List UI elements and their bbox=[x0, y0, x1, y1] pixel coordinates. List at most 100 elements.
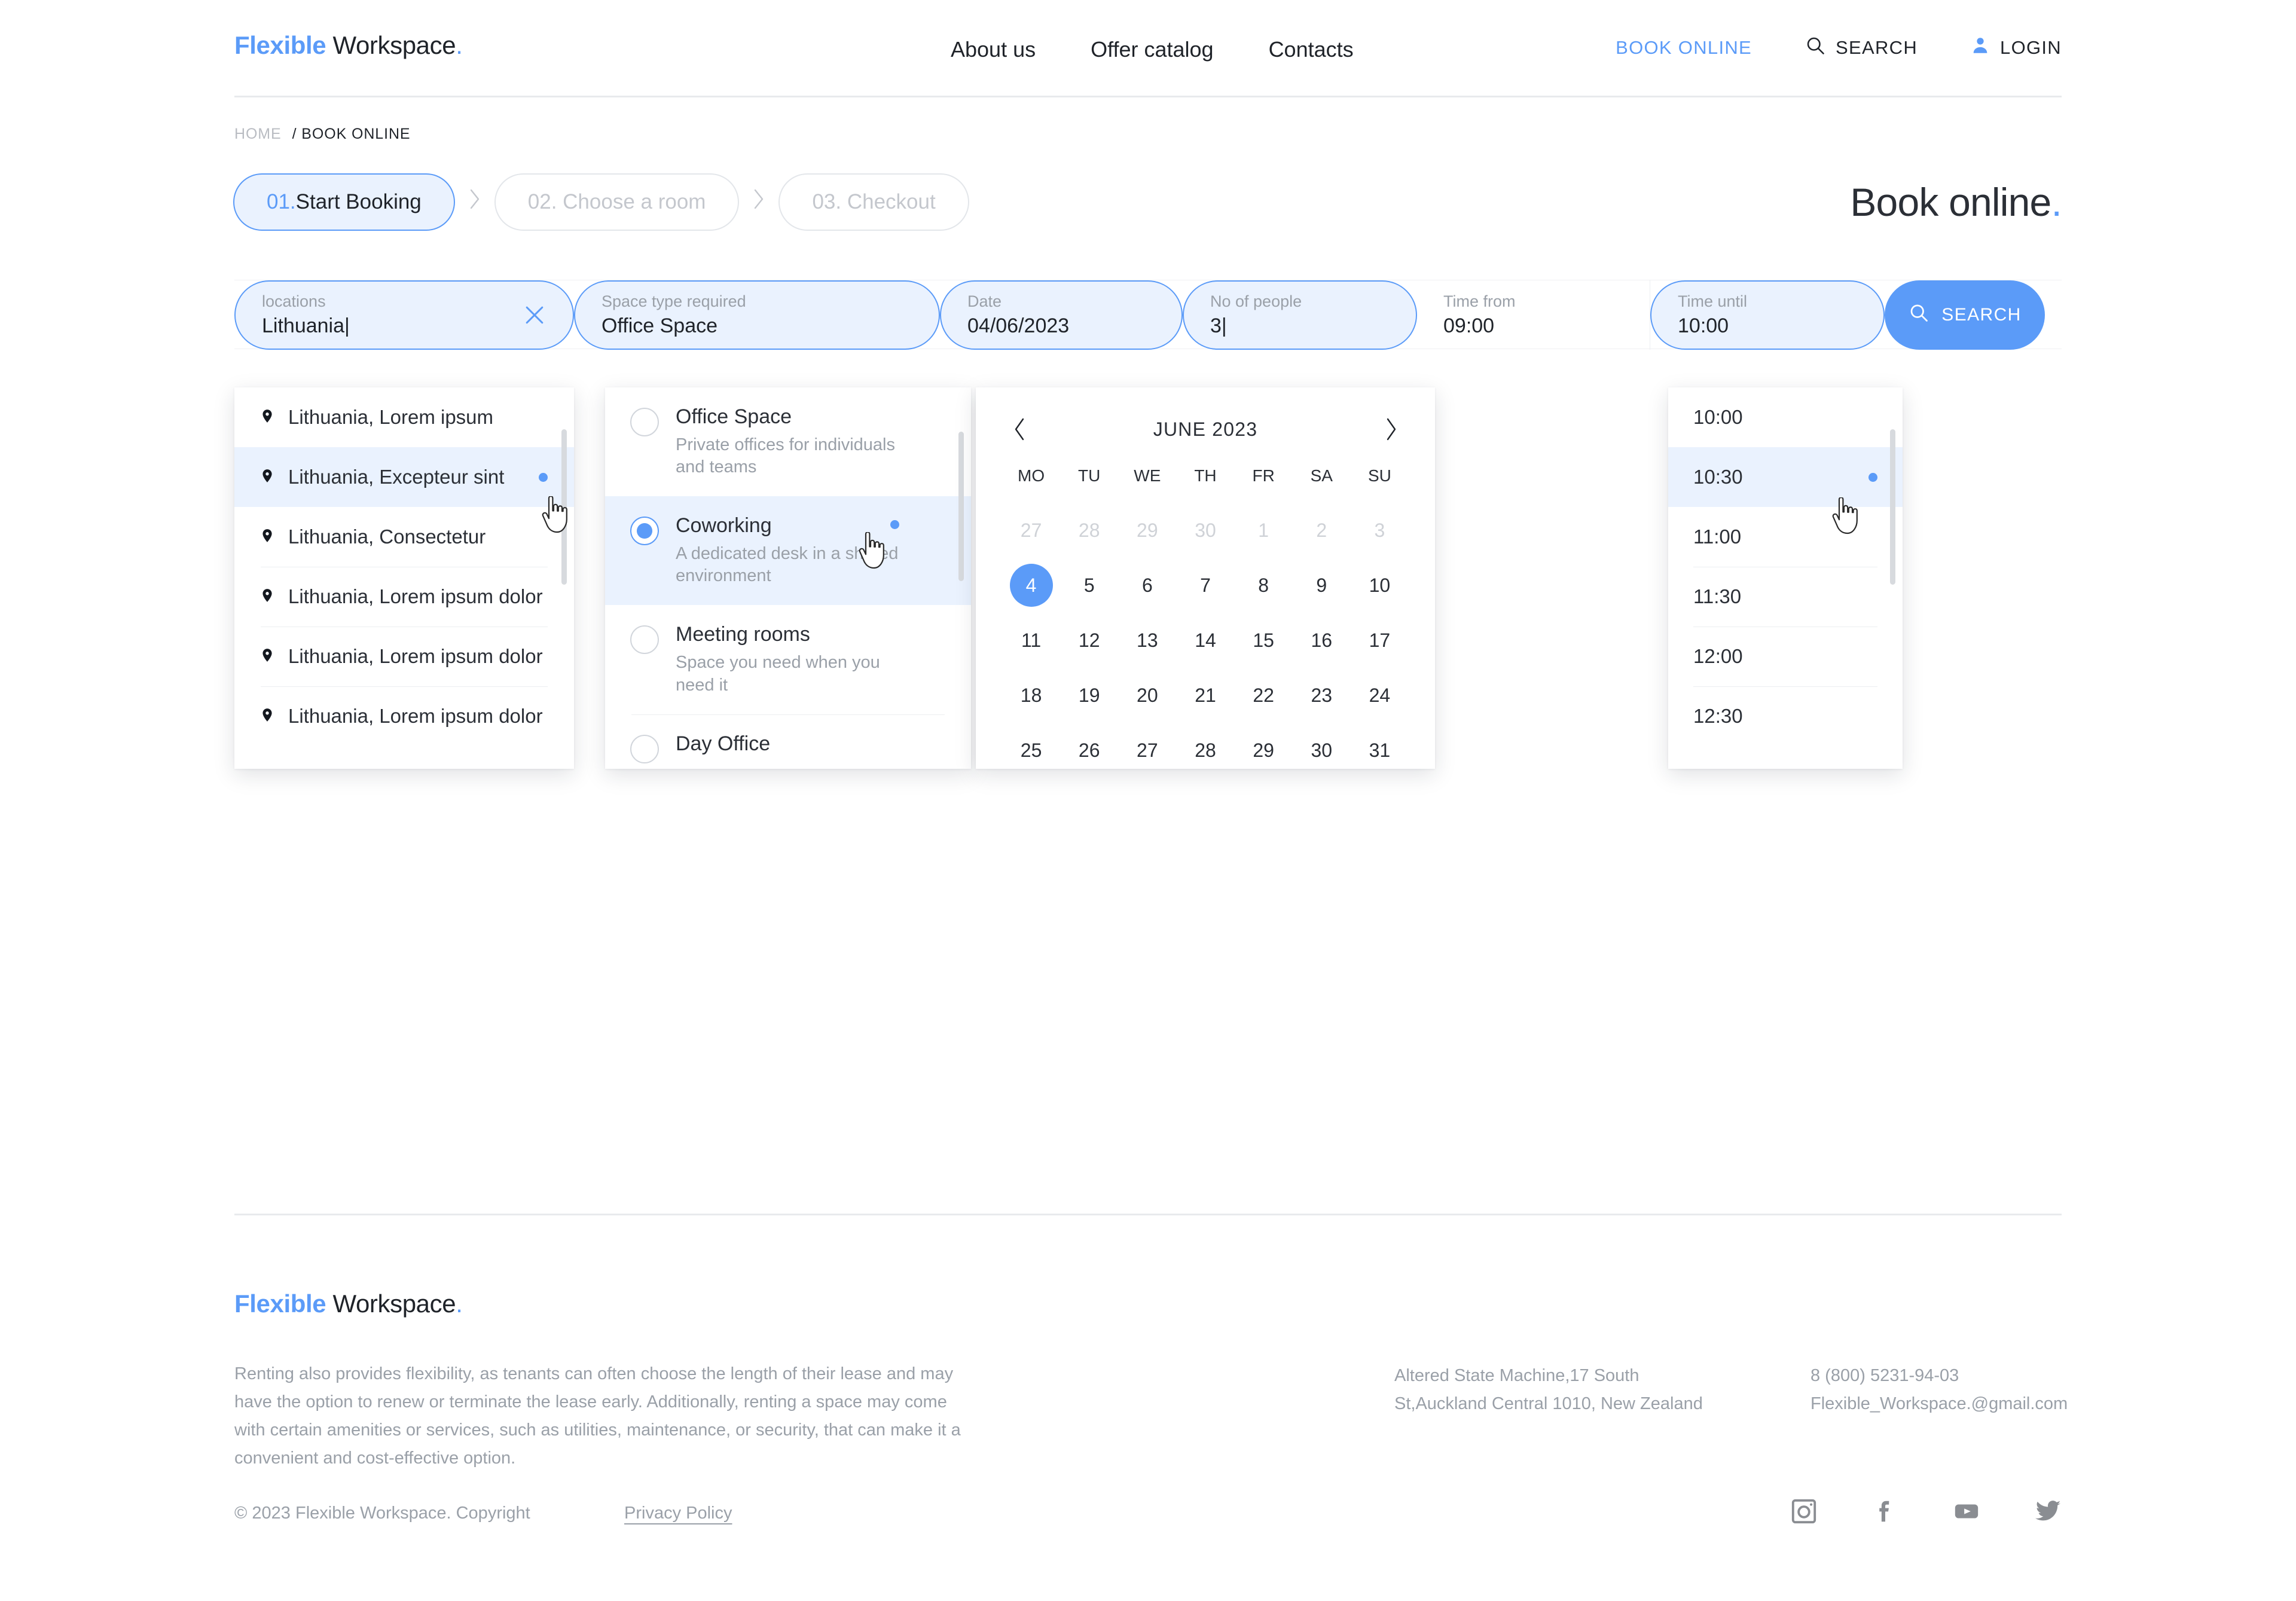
next-month-icon[interactable] bbox=[1375, 414, 1406, 445]
radio-office-space[interactable] bbox=[630, 408, 659, 436]
radio-coworking[interactable] bbox=[630, 517, 659, 546]
calendar-day[interactable]: 27 bbox=[1002, 507, 1060, 554]
space-type-scrollbar[interactable] bbox=[958, 432, 964, 581]
calendar-day[interactable]: 7 bbox=[1176, 562, 1234, 609]
list-item[interactable]: Day Office bbox=[605, 714, 971, 769]
list-item-title: Coworking bbox=[676, 514, 772, 537]
calendar-day[interactable]: 13 bbox=[1118, 617, 1176, 664]
step-start-booking[interactable]: 01. Start Booking bbox=[233, 173, 455, 231]
space-type-field[interactable]: Space type required Office Space bbox=[574, 280, 940, 350]
locations-dropdown: Lithuania, Lorem ipsum Lithuania, Except… bbox=[234, 387, 574, 769]
calendar-day[interactable]: 8 bbox=[1235, 562, 1293, 609]
calendar-day[interactable]: 26 bbox=[1060, 727, 1118, 769]
list-item[interactable]: Lithuania, Consectetur bbox=[234, 507, 574, 567]
step-choose-a-room[interactable]: 02. Choose a room bbox=[494, 173, 740, 231]
facebook-icon[interactable] bbox=[1871, 1498, 1899, 1525]
search-submit-button[interactable]: SEARCH bbox=[1885, 280, 2045, 350]
calendar-day[interactable]: 27 bbox=[1118, 727, 1176, 769]
site-logo[interactable]: Flexible Workspace. bbox=[234, 31, 463, 60]
locations-scrollbar[interactable] bbox=[561, 429, 567, 585]
date-field[interactable]: Date 04/06/2023 bbox=[940, 280, 1183, 350]
login-link[interactable]: LOGIN bbox=[1970, 35, 2062, 60]
footer-logo-dot: . bbox=[456, 1290, 463, 1318]
calendar-day[interactable]: 9 bbox=[1293, 562, 1351, 609]
chevron-right-icon-1 bbox=[455, 186, 494, 218]
calendar-day[interactable]: 28 bbox=[1176, 727, 1234, 769]
calendar-day[interactable]: 31 bbox=[1351, 727, 1409, 769]
calendar-day[interactable]: 25 bbox=[1002, 727, 1060, 769]
calendar-day[interactable]: 20 bbox=[1118, 672, 1176, 719]
locations-field[interactable]: locations Lithuania| bbox=[234, 280, 574, 350]
header-search-label: SEARCH bbox=[1836, 37, 1918, 58]
clear-locations-icon[interactable] bbox=[521, 302, 548, 328]
nav-item-about-us[interactable]: About us bbox=[951, 37, 1036, 62]
calendar-day[interactable]: 23 bbox=[1293, 672, 1351, 719]
people-field[interactable]: No of people 3| bbox=[1183, 280, 1417, 350]
map-pin-icon bbox=[259, 586, 275, 608]
calendar-day[interactable]: 2 bbox=[1293, 507, 1351, 554]
list-item-label: Lithuania, Lorem ipsum dolor bbox=[288, 585, 543, 607]
calendar-day[interactable]: 15 bbox=[1235, 617, 1293, 664]
list-item[interactable]: Office Space Private offices for individ… bbox=[605, 387, 971, 496]
calendar-day[interactable]: 30 bbox=[1293, 727, 1351, 769]
header-divider bbox=[234, 96, 2062, 97]
calendar-day-selected[interactable]: 4 bbox=[1002, 562, 1060, 609]
list-item[interactable]: Lithuania, Lorem ipsum bbox=[234, 387, 574, 447]
list-item[interactable]: Lithuania, Lorem ipsum dolor bbox=[234, 627, 574, 686]
calendar-day[interactable]: 30 bbox=[1176, 507, 1234, 554]
header-search-link[interactable]: SEARCH bbox=[1805, 35, 1918, 61]
instagram-icon[interactable] bbox=[1790, 1498, 1818, 1525]
selection-dot-icon bbox=[1868, 472, 1877, 482]
nav-item-offer-catalog[interactable]: Offer catalog bbox=[1091, 37, 1213, 62]
calendar-day[interactable]: 16 bbox=[1293, 617, 1351, 664]
calendar-day[interactable]: 22 bbox=[1235, 672, 1293, 719]
radio-day-office[interactable] bbox=[630, 734, 659, 763]
main-nav: About us Offer catalog Contacts bbox=[951, 37, 1354, 62]
footer-logo-first: Flexible bbox=[234, 1290, 326, 1318]
calendar-day[interactable]: 29 bbox=[1235, 727, 1293, 769]
footer-phone[interactable]: 8 (800) 5231-94-03 bbox=[1810, 1362, 2145, 1390]
calendar-day[interactable]: 18 bbox=[1002, 672, 1060, 719]
list-item-title: Meeting rooms bbox=[676, 623, 810, 646]
calendar-day[interactable]: 14 bbox=[1176, 617, 1234, 664]
calendar-day[interactable]: 21 bbox=[1176, 672, 1234, 719]
calendar-day[interactable]: 6 bbox=[1118, 562, 1176, 609]
list-item[interactable]: Lithuania, Lorem ipsum dolor bbox=[234, 567, 574, 627]
prev-month-icon[interactable] bbox=[1004, 414, 1036, 445]
calendar-day[interactable]: 28 bbox=[1060, 507, 1118, 554]
list-item[interactable]: 12:30 bbox=[1668, 686, 1903, 746]
list-item[interactable]: 11:00 bbox=[1668, 507, 1903, 567]
time-from-field[interactable]: Time from 09:00 bbox=[1417, 280, 1650, 350]
calendar-day[interactable]: 3 bbox=[1351, 507, 1409, 554]
list-item[interactable]: 11:30 bbox=[1668, 567, 1903, 627]
youtube-icon[interactable] bbox=[1953, 1498, 1980, 1525]
list-item[interactable]: 12:00 bbox=[1668, 627, 1903, 686]
calendar-day[interactable]: 17 bbox=[1351, 617, 1409, 664]
book-online-link[interactable]: BOOK ONLINE bbox=[1616, 37, 1752, 59]
calendar-day[interactable]: 12 bbox=[1060, 617, 1118, 664]
time-scrollbar[interactable] bbox=[1890, 429, 1895, 585]
list-item[interactable]: 10:00 bbox=[1668, 387, 1903, 447]
step-checkout[interactable]: 03. Checkout bbox=[778, 173, 969, 231]
footer-logo[interactable]: Flexible Workspace. bbox=[234, 1290, 463, 1318]
calendar-day[interactable]: 29 bbox=[1118, 507, 1176, 554]
privacy-policy-link[interactable]: Privacy Policy bbox=[624, 1504, 732, 1523]
list-item[interactable]: 10:30 bbox=[1668, 447, 1903, 507]
footer-email[interactable]: Flexible_Workspace.@gmail.com bbox=[1810, 1390, 2145, 1418]
list-item[interactable]: Coworking A dedicated desk in a shared e… bbox=[605, 496, 971, 606]
calendar-day[interactable]: 1 bbox=[1235, 507, 1293, 554]
nav-item-contacts[interactable]: Contacts bbox=[1269, 37, 1354, 62]
twitter-icon[interactable] bbox=[2034, 1498, 2062, 1525]
calendar-day[interactable]: 11 bbox=[1002, 617, 1060, 664]
list-item[interactable]: Lithuania, Lorem ipsum dolor bbox=[234, 686, 574, 746]
search-icon bbox=[1805, 35, 1826, 61]
list-item[interactable]: Meeting rooms Space you need when you ne… bbox=[605, 605, 971, 714]
time-until-field[interactable]: Time until 10:00 bbox=[1650, 280, 1885, 350]
calendar-day[interactable]: 19 bbox=[1060, 672, 1118, 719]
breadcrumb-home[interactable]: HOME bbox=[234, 126, 282, 143]
calendar-day[interactable]: 5 bbox=[1060, 562, 1118, 609]
calendar-day[interactable]: 24 bbox=[1351, 672, 1409, 719]
list-item[interactable]: Lithuania, Excepteur sint bbox=[234, 447, 574, 507]
radio-meeting-rooms[interactable] bbox=[630, 625, 659, 655]
calendar-day[interactable]: 10 bbox=[1351, 562, 1409, 609]
